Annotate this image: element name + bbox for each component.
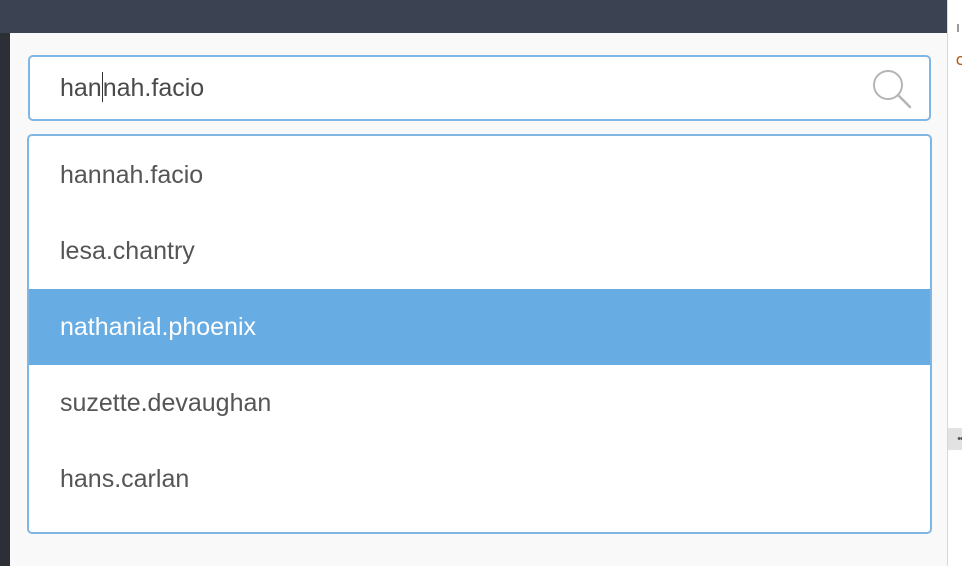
gutter-text: c xyxy=(955,50,962,69)
suggestion-option[interactable]: hans.carlan xyxy=(29,441,930,517)
search-icon[interactable] xyxy=(871,68,913,110)
search-input[interactable]: hannah.facio xyxy=(28,55,931,121)
gutter-line-marker xyxy=(957,24,959,32)
suggestion-list: hannah.facio lesa.chantry nathanial.phoeni… xyxy=(29,136,930,517)
app-window: c •• hannah.facio hannah.faciolesa.chant… xyxy=(0,0,962,566)
suggestion-option[interactable]: nathanial.phoenix xyxy=(29,289,930,365)
suggestion-option[interactable]: hannah.facio xyxy=(29,137,930,213)
suggestion-option[interactable]: suzette.devaughan xyxy=(29,365,930,441)
search-input-value[interactable]: hannah.facio xyxy=(60,57,204,119)
suggestion-option[interactable]: lesa.chantry xyxy=(29,213,930,289)
right-gutter: c •• xyxy=(947,0,962,566)
search-value-after-caret: nah.facio xyxy=(102,74,205,102)
suggestion-dropdown: hannah.facio lesa.chantry nathanial.phoeni… xyxy=(27,134,932,534)
top-bar xyxy=(0,0,947,33)
search-value-before-caret: han xyxy=(60,74,102,102)
gutter-scroll-handle[interactable]: •• xyxy=(948,428,962,450)
left-window-edge xyxy=(0,0,10,566)
